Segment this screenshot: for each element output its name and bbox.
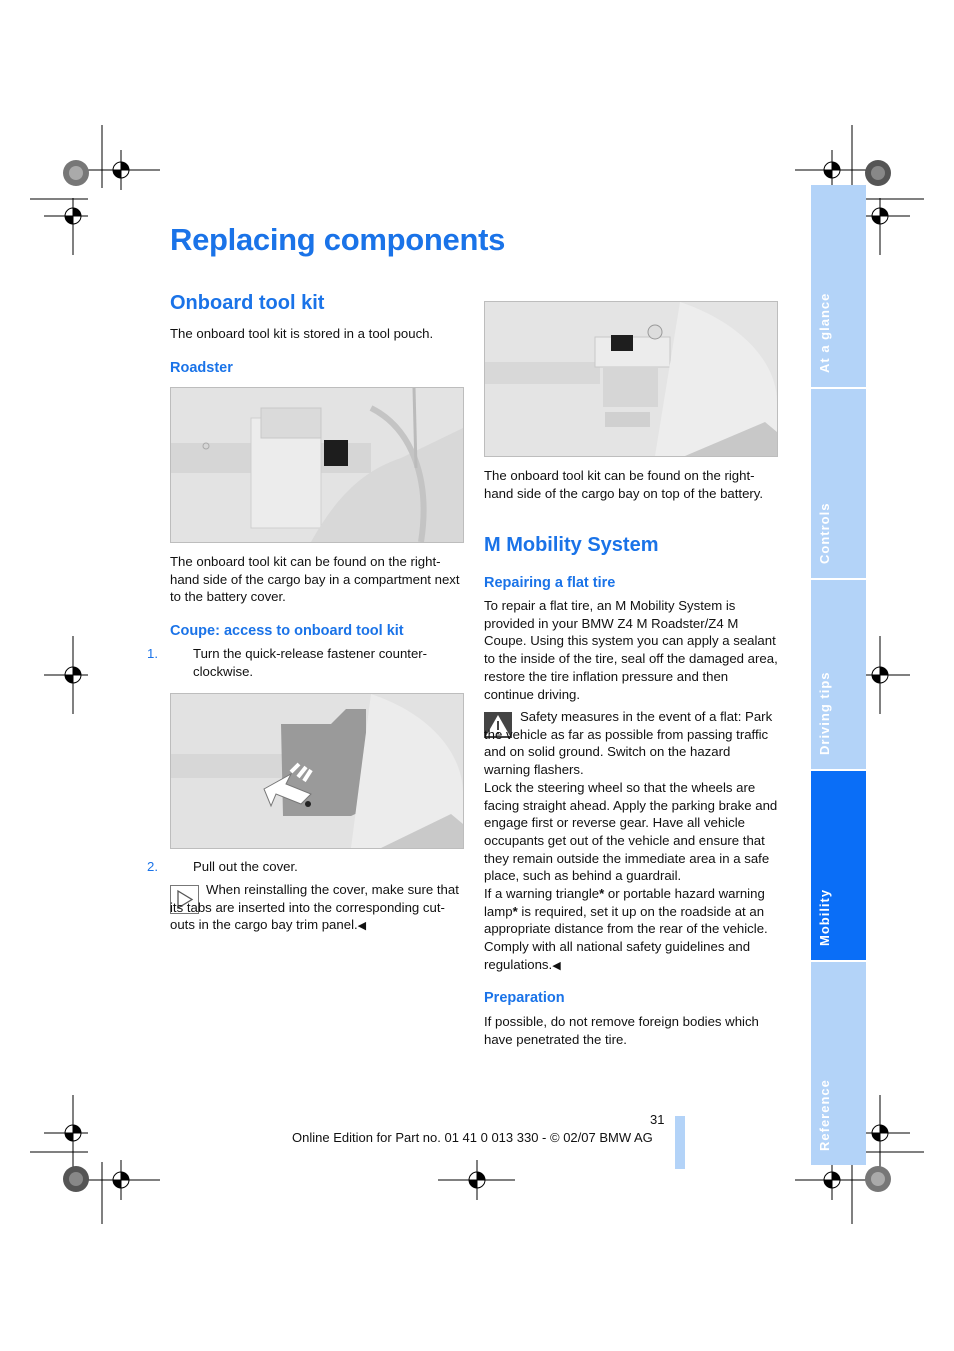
tab-label: Reference	[817, 1079, 832, 1151]
page-title: Replacing components	[170, 222, 506, 257]
tab-reference[interactable]: Reference	[811, 962, 866, 1165]
step-2: 2. Pull out the cover.	[147, 858, 465, 876]
footer-text: Online Edition for Part no. 01 41 0 013 …	[292, 1130, 653, 1145]
section-title-m-mobility: M Mobility System	[484, 534, 659, 556]
coupe-heading: Coupe: access to onboard tool kit	[170, 623, 404, 639]
warning-text-c: is required, set it up on the roadside a…	[484, 903, 768, 972]
repair-heading: Repairing a flat tire	[484, 575, 616, 591]
step-1-text: Turn the quick-release fastener counter-…	[193, 646, 428, 679]
warning-paragraph-1: Safety measures in the event of a flat: …	[484, 709, 773, 778]
warning-paragraph-2: Lock the steering wheel so that the whee…	[484, 779, 778, 884]
step-2-text: Pull out the cover.	[193, 859, 298, 874]
warning-paragraph-3: If a warning triangle* or portable hazar…	[484, 885, 779, 976]
coupe-battery-photo	[484, 301, 778, 457]
repair-text: To repair a flat tire, an M Mobility Sys…	[484, 598, 778, 702]
tab-driving-tips[interactable]: Driving tips	[811, 580, 866, 769]
tab-label: Mobility	[817, 888, 832, 946]
tab-controls[interactable]: Controls	[811, 389, 866, 578]
coupe-cargo-photo	[170, 693, 464, 849]
step-1: 1. Turn the quick-release fastener counte…	[147, 645, 465, 680]
tab-label: Controls	[817, 502, 832, 564]
tab-at-a-glance[interactable]: At a glance	[811, 185, 866, 387]
battery-photo-caption: The onboard tool kit can be found on the…	[484, 468, 764, 501]
warning-block: Safety measures in the event of a flat: …	[484, 708, 779, 976]
preparation-text: If possible, do not remove foreign bodie…	[484, 1014, 759, 1047]
footer-color-bar	[675, 1116, 685, 1169]
roadster-caption: The onboard tool kit can be found on the…	[170, 554, 460, 605]
page-number: 31	[650, 1112, 665, 1127]
end-mark-icon: ◀	[552, 959, 561, 972]
roadster-cargo-photo	[170, 387, 464, 543]
tab-label: Driving tips	[817, 671, 832, 755]
warning-text-a: If a warning triangle	[484, 886, 600, 902]
reinstall-note-text: When reinstalling the cover, make sure t…	[170, 882, 459, 933]
reinstall-note: When reinstalling the cover, make sure t…	[170, 881, 465, 936]
step-2-number: 2.	[147, 859, 158, 874]
end-mark-icon: ◀	[357, 920, 367, 933]
preparation-heading: Preparation	[484, 990, 565, 1006]
tab-label: At a glance	[817, 292, 832, 373]
roadster-heading: Roadster	[170, 360, 233, 376]
intro-text: The onboard tool kit is stored in a tool…	[170, 326, 434, 341]
section-title-onboard-tool-kit: Onboard tool kit	[170, 292, 325, 314]
step-1-number: 1.	[147, 646, 158, 661]
tab-mobility[interactable]: Mobility	[811, 771, 866, 960]
